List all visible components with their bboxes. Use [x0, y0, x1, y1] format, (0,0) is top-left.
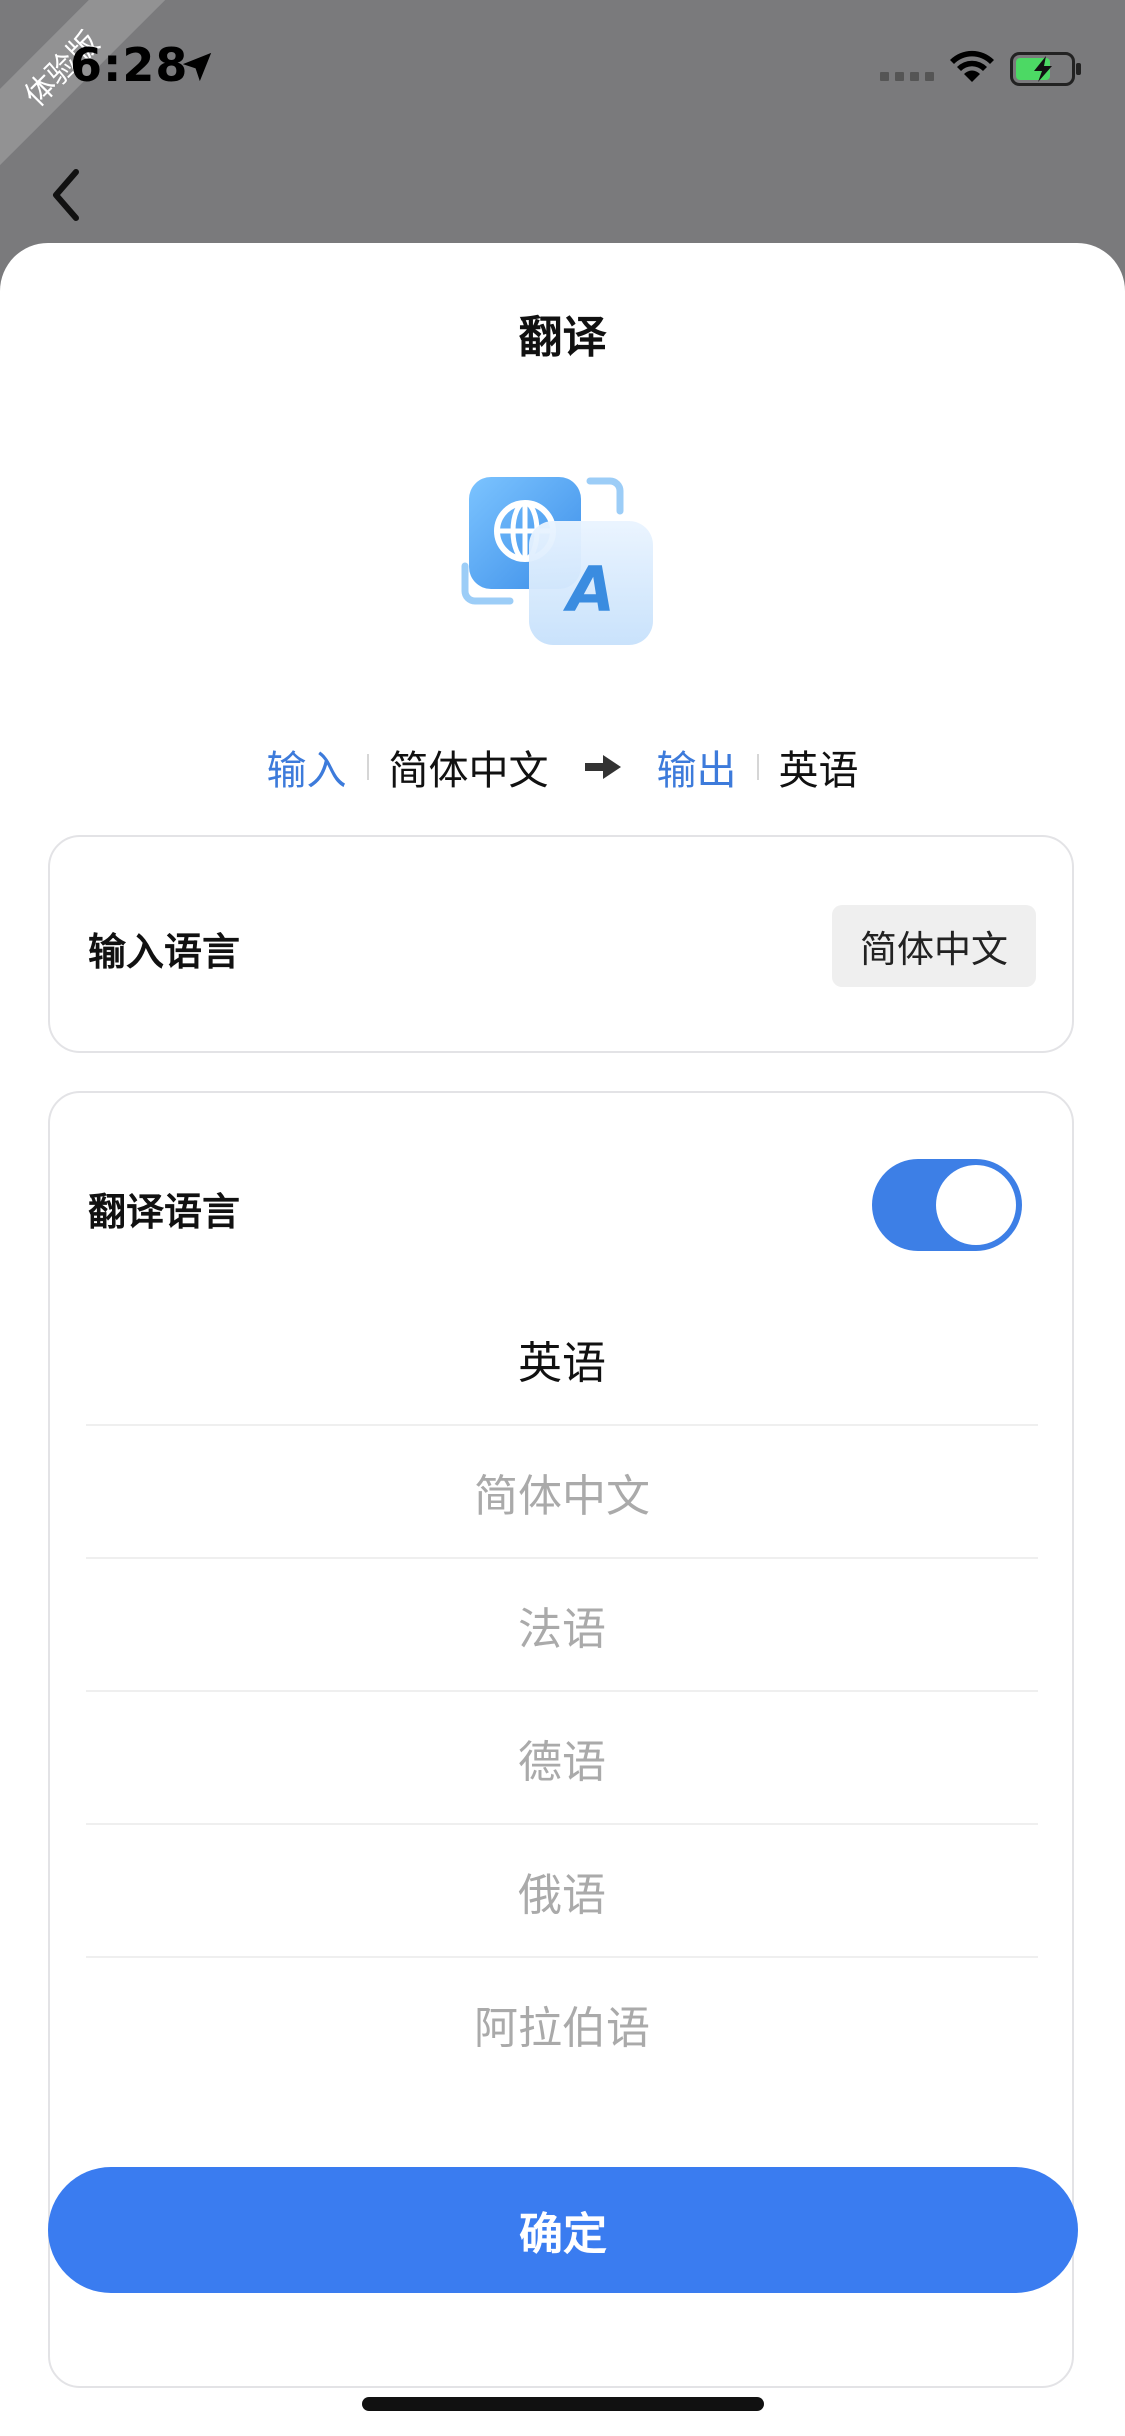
input-language-card: 输入语言 简体中文 — [48, 835, 1074, 1053]
home-indicator — [362, 2397, 764, 2411]
input-summary-lang: 简体中文 — [388, 748, 549, 794]
language-option[interactable]: 阿拉伯语 — [86, 1958, 1038, 2089]
divider — [756, 754, 759, 780]
translate-sheet: 翻译 A 输入 简体中文 输出 英语 输入语言 简体中文 翻译语言 英语 简体中… — [0, 243, 1125, 2436]
toggle-knob — [936, 1165, 1016, 1245]
sheet-title: 翻译 — [518, 312, 607, 363]
back-chevron-icon[interactable] — [40, 160, 96, 230]
input-language-label: 输入语言 — [88, 930, 241, 974]
wifi-icon — [950, 50, 994, 82]
signal-icon — [880, 72, 934, 81]
language-summary: 输入 简体中文 输出 英语 — [0, 738, 1125, 796]
svg-text:A: A — [562, 553, 615, 626]
translate-toggle[interactable] — [872, 1159, 1022, 1251]
status-bar: 体验版 6:28 — [0, 0, 1125, 179]
status-time: 6:28 — [70, 38, 189, 92]
battery-charging-icon — [1010, 52, 1081, 86]
language-option[interactable]: 法语 — [86, 1559, 1038, 1692]
language-option[interactable]: 俄语 — [86, 1825, 1038, 1958]
language-option[interactable]: 德语 — [86, 1692, 1038, 1825]
output-summary-lang: 英语 — [778, 748, 859, 794]
confirm-button[interactable]: 确定 — [48, 2167, 1078, 2293]
divider — [366, 754, 369, 780]
arrow-right-icon — [584, 755, 621, 779]
translate-language-label: 翻译语言 — [88, 1190, 241, 1234]
input-language-selector[interactable]: 简体中文 — [832, 905, 1036, 987]
translate-app-icon: A — [461, 477, 653, 645]
language-option[interactable]: 英语 — [86, 1293, 1038, 1426]
location-arrow-icon — [182, 52, 212, 82]
language-option[interactable]: 简体中文 — [86, 1426, 1038, 1559]
output-summary-label: 输出 — [656, 748, 737, 794]
input-summary-label: 输入 — [266, 748, 347, 794]
language-picker[interactable]: 英语 简体中文 法语 德语 俄语 阿拉伯语 — [86, 1293, 1038, 2089]
